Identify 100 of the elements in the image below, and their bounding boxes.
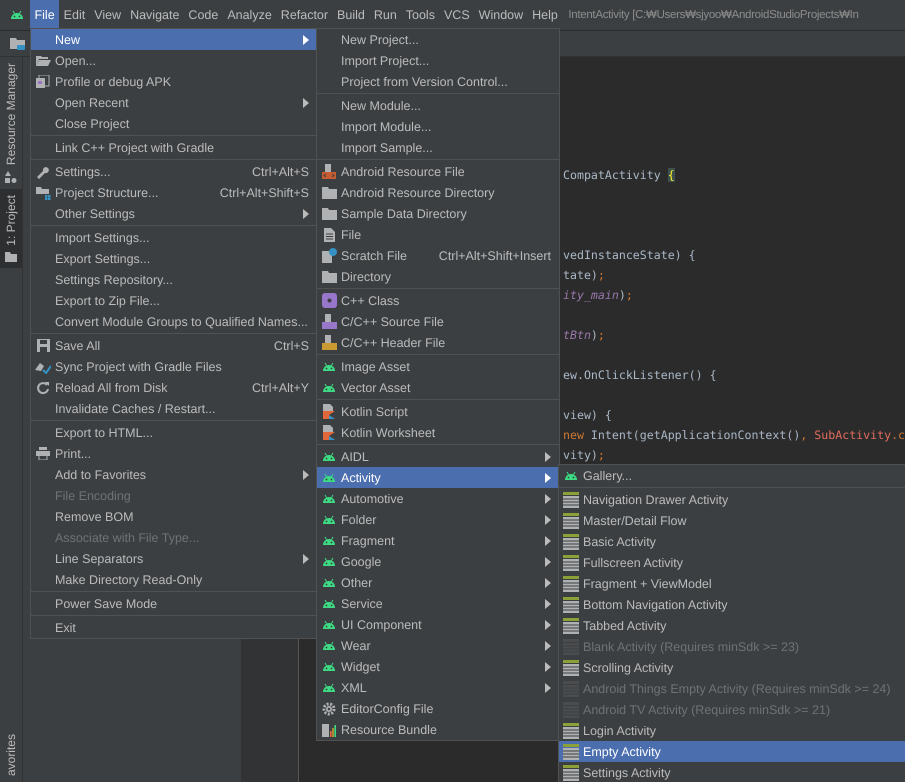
menu-item[interactable]: Widget <box>317 656 559 677</box>
menu-item[interactable]: New <box>31 29 317 50</box>
menu-item[interactable]: Kotlin Script <box>317 401 559 422</box>
menu-item[interactable]: Login Activity <box>559 720 905 741</box>
menu-item[interactable]: Import Project... <box>317 50 559 71</box>
menu-item[interactable]: EditorConfig File <box>317 698 559 719</box>
menu-item[interactable]: Line Separators <box>31 548 317 569</box>
scratch-file-icon <box>322 248 336 263</box>
menu-item[interactable]: Service <box>317 593 559 614</box>
menu-bar-item[interactable]: Refactor <box>276 0 333 30</box>
menu-item[interactable]: Scrolling Activity <box>559 657 905 678</box>
code-line: new Intent(getApplicationContext(), SubActivity.c <box>563 427 905 444</box>
folder-icon[interactable] <box>10 36 26 50</box>
menu-item[interactable]: Wear <box>317 635 559 656</box>
menu-item[interactable]: Basic Activity <box>559 531 905 552</box>
menu-item[interactable]: Resource Bundle <box>317 719 559 740</box>
menu-item[interactable]: Image Asset <box>317 356 559 377</box>
side-tab[interactable]: avorites <box>0 728 22 782</box>
side-tab[interactable]: Resource Manager <box>0 57 22 190</box>
menu-item[interactable]: Convert Module Groups to Qualified Names... <box>31 311 317 332</box>
menu-item[interactable]: Import Settings... <box>31 227 317 248</box>
menu-bar-item[interactable]: Help <box>528 0 562 30</box>
shortcut-label: Ctrl+S <box>274 338 309 352</box>
menu-item[interactable]: C/C++ Header File <box>317 332 559 353</box>
menu-item[interactable]: Directory <box>317 266 559 287</box>
menu-item[interactable]: Sync Project with Gradle Files <box>31 356 317 377</box>
menu-item[interactable]: Invalidate Caches / Restart... <box>31 398 317 419</box>
side-tab[interactable]: 1: Project <box>0 189 22 268</box>
menu-item[interactable]: Import Sample... <box>317 137 559 158</box>
menu-item[interactable]: Add to Favorites <box>31 464 317 485</box>
menu-item[interactable]: Settings Activity <box>559 762 905 782</box>
layout-template-icon <box>563 596 579 612</box>
menu-item[interactable]: Automotive <box>317 488 559 509</box>
menu-bar-item[interactable]: Analyze <box>222 0 276 30</box>
menu-item[interactable]: Import Module... <box>317 116 559 137</box>
menu-item[interactable]: Sample Data Directory <box>317 203 559 224</box>
menu-item[interactable]: Close Project <box>31 113 317 134</box>
menu-item[interactable]: Project from Version Control... <box>317 71 559 92</box>
menu-item[interactable]: Gallery... <box>559 465 905 486</box>
source-file-icon <box>322 314 336 329</box>
menu-item[interactable]: Settings... Ctrl+Alt+S <box>31 161 317 182</box>
menu-item[interactable]: Fragment + ViewModel <box>559 573 905 594</box>
menu-item[interactable]: Fragment <box>317 530 559 551</box>
menu-item[interactable]: Settings Repository... <box>31 269 317 290</box>
layout-template-icon <box>563 512 579 528</box>
menu-item[interactable]: Export to HTML... <box>31 422 317 443</box>
menu-bar-item[interactable]: File <box>30 0 60 30</box>
menu-item[interactable]: Other <box>317 572 559 593</box>
menu-item[interactable]: Make Directory Read-Only <box>31 569 317 590</box>
menu-item[interactable]: Profile or debug APK <box>31 71 317 92</box>
menu-bar-item[interactable]: Build <box>332 0 370 30</box>
menu-item[interactable]: Folder <box>317 509 559 530</box>
menu-item[interactable]: UI Component <box>317 614 559 635</box>
menu-bar-item[interactable]: Run <box>369 0 402 30</box>
menu-item[interactable]: Fullscreen Activity <box>559 552 905 573</box>
android-icon <box>322 494 336 504</box>
menu-item[interactable]: Link C++ Project with Gradle <box>31 137 317 158</box>
menu-item[interactable]: Scratch File Ctrl+Alt+Shift+Insert <box>317 245 559 266</box>
menu-item[interactable]: File <box>317 224 559 245</box>
menu-item[interactable]: Vector Asset <box>317 377 559 398</box>
menu-item[interactable]: Remove BOM <box>31 506 317 527</box>
menu-item[interactable]: Activity <box>317 467 559 488</box>
menu-item[interactable]: C/C++ Source File <box>317 311 559 332</box>
menu-item[interactable]: Navigation Drawer Activity <box>559 489 905 510</box>
layout-template-icon <box>563 492 579 508</box>
menu-item[interactable]: Open Recent <box>31 92 317 113</box>
menu-item[interactable]: Print... <box>31 443 317 464</box>
menu-bar-item[interactable]: Tools <box>401 0 440 30</box>
menu-item[interactable]: Save All Ctrl+S <box>31 335 317 356</box>
menu-bar-item[interactable]: Window <box>474 0 528 30</box>
menu-item[interactable]: Bottom Navigation Activity <box>559 594 905 615</box>
shortcut-label: Ctrl+Alt+S <box>252 164 309 178</box>
menu-item[interactable]: Empty Activity <box>559 741 905 762</box>
menu-item[interactable]: Exit <box>31 617 317 638</box>
menu-bar-item[interactable]: Navigate <box>126 0 184 30</box>
menu-item[interactable]: XML <box>317 677 559 698</box>
menu-bar-item[interactable]: Edit <box>59 0 90 30</box>
menu-bar-item[interactable]: View <box>90 0 126 30</box>
menu-item[interactable]: New Project... <box>317 29 559 50</box>
menu-item[interactable]: New Module... <box>317 95 559 116</box>
menu-item[interactable]: Master/Detail Flow <box>559 510 905 531</box>
menu-item[interactable]: Export to Zip File... <box>31 290 317 311</box>
menu-item[interactable]: Tabbed Activity <box>559 615 905 636</box>
menu-item[interactable]: Android Resource File <box>317 161 559 182</box>
menu-item[interactable]: AIDL <box>317 446 559 467</box>
folder-grid-icon <box>36 186 50 200</box>
menu-item[interactable]: Reload All from Disk Ctrl+Alt+Y <box>31 377 317 398</box>
menu-item[interactable]: C++ Class <box>317 290 559 311</box>
folder-icon <box>5 252 17 262</box>
menu-bar-item[interactable]: VCS <box>439 0 474 30</box>
menu-item[interactable]: Project Structure... Ctrl+Alt+Shift+S <box>31 182 317 203</box>
layout-template-icon <box>563 618 579 634</box>
menu-item[interactable]: Power Save Mode <box>31 593 317 614</box>
menu-item[interactable]: Other Settings <box>31 203 317 224</box>
menu-bar-item[interactable]: Code <box>184 0 223 30</box>
menu-item[interactable]: Kotlin Worksheet <box>317 422 559 443</box>
menu-item[interactable]: Open... <box>31 50 317 71</box>
menu-item[interactable]: Google <box>317 551 559 572</box>
menu-item[interactable]: Export Settings... <box>31 248 317 269</box>
menu-item[interactable]: Android Resource Directory <box>317 182 559 203</box>
